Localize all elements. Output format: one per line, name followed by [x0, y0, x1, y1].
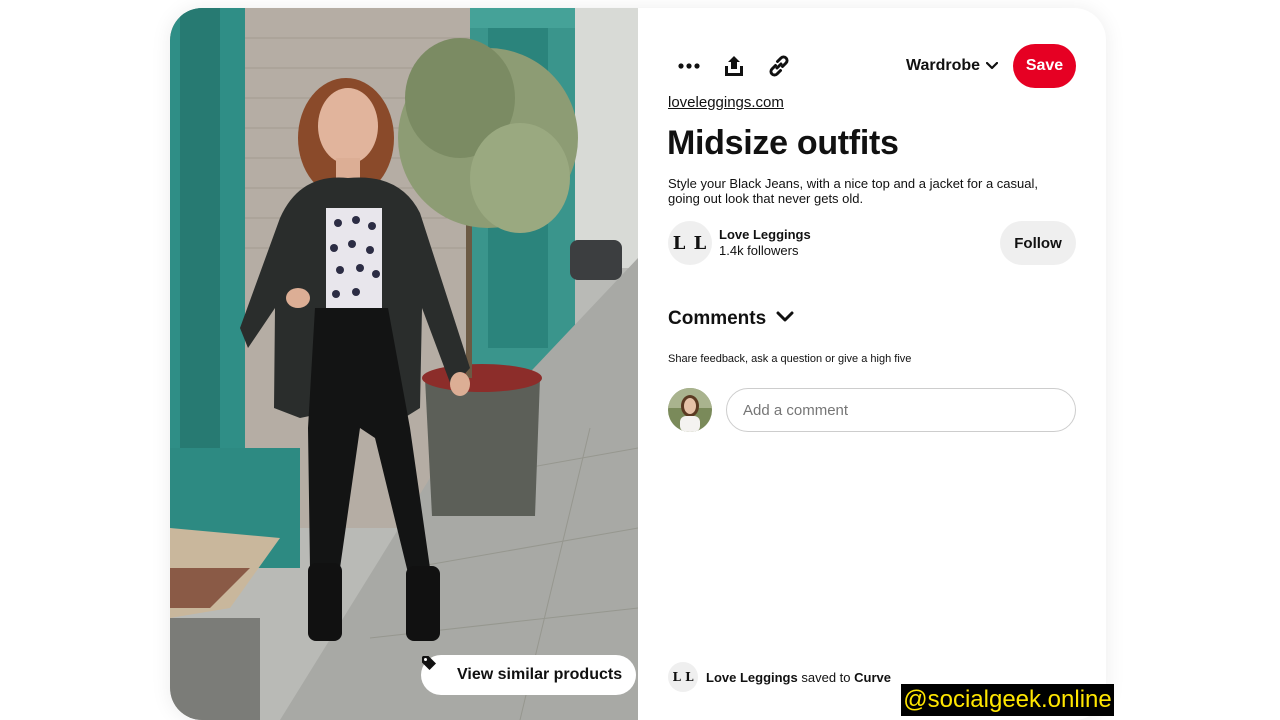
saved-by-board[interactable]: Curve — [854, 670, 891, 685]
board-select[interactable]: Wardrobe — [906, 44, 999, 88]
comments-toggle[interactable]: Comments — [668, 306, 794, 332]
pin-image[interactable]: View similar products — [170, 8, 638, 720]
link-chain-icon[interactable] — [757, 44, 801, 88]
saved-by-middle: saved to — [801, 669, 851, 685]
chevron-down-icon — [985, 57, 999, 75]
follow-button[interactable]: Follow — [1000, 221, 1076, 265]
user-avatar[interactable] — [668, 388, 712, 432]
view-similar-products-label: View similar products — [457, 666, 623, 683]
comments-hint: Share feedback, ask a question or give a… — [668, 353, 912, 365]
pin-details-panel: Wardrobe Save loveleggings.com Midsize o… — [638, 8, 1106, 720]
pin-photo — [170, 8, 638, 720]
creator-avatar[interactable]: L L — [668, 221, 712, 265]
pin-card: View similar products Wardrobe Save love… — [170, 8, 1106, 720]
comment-input[interactable] — [726, 388, 1076, 432]
saved-by-user[interactable]: Love Leggings — [706, 670, 798, 685]
creator-row: L L Love Leggings 1.4k followers Follow — [668, 221, 1076, 265]
comments-title: Comments — [668, 308, 767, 329]
saved-by-row: L L Love Leggings saved to Curve — [668, 662, 891, 692]
pin-toolbar: Wardrobe Save — [638, 44, 1106, 88]
saved-by-text: Love Leggings saved to Curve — [706, 670, 891, 685]
chevron-down-icon — [776, 310, 794, 328]
creator-name[interactable]: Love Leggings — [719, 227, 811, 242]
share-upload-icon[interactable] — [712, 44, 756, 88]
tag-icon — [422, 656, 449, 683]
watermark: @socialgeek.online — [901, 684, 1114, 716]
ellipsis-icon[interactable] — [667, 44, 711, 88]
creator-followers: 1.4k followers — [719, 243, 799, 258]
comment-row — [668, 388, 1076, 432]
saved-by-avatar[interactable]: L L — [668, 662, 698, 692]
save-button[interactable]: Save — [1013, 44, 1076, 88]
pin-title: Midsize outfits — [667, 124, 899, 162]
view-similar-products-button[interactable]: View similar products — [421, 655, 637, 695]
board-select-label: Wardrobe — [906, 57, 981, 74]
pin-description: Style your Black Jeans, with a nice top … — [668, 176, 1038, 206]
source-link[interactable]: loveleggings.com — [668, 94, 784, 111]
